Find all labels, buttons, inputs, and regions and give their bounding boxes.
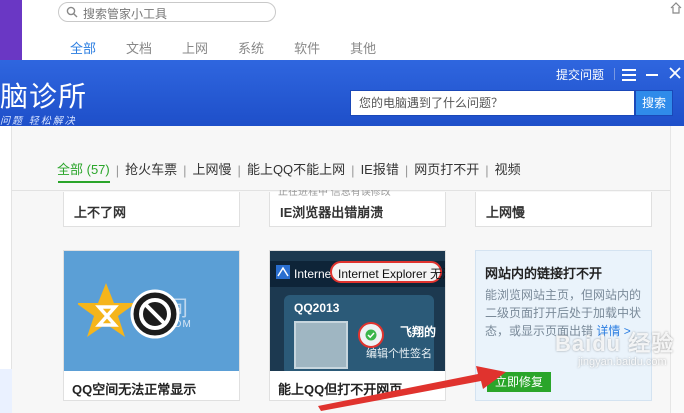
qq-nickname: 飞翔的 <box>400 325 437 339</box>
category-ie-error[interactable]: IE报错 <box>355 161 405 179</box>
card-title: QQ空间无法正常显示 <box>72 382 197 397</box>
category-page-not-open[interactable]: 网页打不开 <box>408 161 485 179</box>
card-thumbnail: 空间 E.COM <box>64 251 239 371</box>
tab-documents[interactable]: 文档 <box>126 40 152 60</box>
menu-icon[interactable] <box>621 67 637 81</box>
category-filter-bar: 全部 (57) | 抢火车票 | 上网慢 | 能上QQ不能上网 | IE报错 |… <box>57 160 527 180</box>
card-title: 网站内的链接打不开 <box>485 266 603 281</box>
qq-signature: 编辑个性签名 <box>366 348 432 360</box>
tool-search-placeholder: 搜索管家小工具 <box>83 7 168 21</box>
ie-error-callout: Internet Explorer 无法显... <box>330 261 445 283</box>
category-all[interactable]: 全部 (57) <box>57 161 116 179</box>
card-thumbnail: Internet Internet Explorer 无法显... QQ2013… <box>270 251 445 371</box>
search-icon <box>66 6 78 18</box>
question-search-field[interactable] <box>350 90 635 116</box>
problem-card[interactable]: 正在进程中 信息有误修改 IE浏览器出错崩溃 <box>269 190 446 227</box>
category-video[interactable]: 视频 <box>489 161 527 179</box>
close-icon[interactable] <box>668 66 682 80</box>
qq-version-label: QQ2013 <box>294 301 340 315</box>
card-title: IE浏览器出错崩溃 <box>280 205 384 220</box>
fix-now-button[interactable]: 立即修复 <box>487 372 551 392</box>
tab-internet[interactable]: 上网 <box>182 40 208 60</box>
submit-feedback-link[interactable]: 提交问题 <box>556 66 604 83</box>
active-category-indicator <box>58 181 110 183</box>
sidebar <box>0 126 12 413</box>
category-qq-only[interactable]: 能上QQ不能上网 <box>241 161 351 179</box>
avatar <box>294 321 348 369</box>
category-slow-internet[interactable]: 上网慢 <box>187 161 238 179</box>
card-thumbnail-fragment: 正在进程中 信息有误修改 <box>278 190 391 198</box>
tool-manager-window: 搜索管家小工具 全部 文档 上网 系统 软件 其他 <box>0 0 684 64</box>
card-title: 上不了网 <box>74 205 127 220</box>
blocked-icon <box>130 289 180 339</box>
ie-window-icon <box>276 265 290 279</box>
problem-card[interactable]: 上不了网 <box>63 192 240 227</box>
tool-category-tabs: 全部 文档 上网 系统 软件 其他 <box>70 40 406 60</box>
home-icon[interactable] <box>670 2 682 14</box>
problem-list-area: 全部 (57) | 抢火车票 | 上网慢 | 能上QQ不能上网 | IE报错 |… <box>12 126 670 413</box>
ie-error-text: Internet Explorer 无法显... <box>338 267 445 281</box>
ie-title-label: Internet <box>294 267 335 281</box>
watermark-logo: Baidu 经验 <box>555 331 675 356</box>
tab-system[interactable]: 系统 <box>238 40 264 60</box>
app-title: 脑诊所 <box>0 80 88 113</box>
card-title: 能上QQ但打不开网页 <box>278 382 403 397</box>
online-status-icon <box>365 329 377 341</box>
sidebar-active-item[interactable] <box>0 369 12 413</box>
title-bar-divider <box>614 68 615 80</box>
problem-card[interactable]: 上网慢 <box>475 192 652 227</box>
window-header: 脑诊所 问题 轻松解决 提交问题 搜索 <box>0 60 684 127</box>
question-input[interactable] <box>351 91 634 115</box>
watermark-url: jingyan.baidu.com <box>578 356 667 368</box>
tab-all[interactable]: 全部 <box>70 40 96 60</box>
window-edge <box>0 0 22 64</box>
minimize-icon[interactable] <box>645 67 659 81</box>
tool-search-input[interactable]: 搜索管家小工具 <box>58 2 276 22</box>
category-train-tickets[interactable]: 抢火车票 <box>119 161 183 179</box>
tab-other[interactable]: 其他 <box>350 40 376 60</box>
scrollbar[interactable] <box>670 126 684 413</box>
app-slogan: 问题 轻松解决 <box>0 116 77 127</box>
problem-card-qq-space[interactable]: 空间 E.COM QQ空间无法正常显示 <box>63 250 240 401</box>
tab-software[interactable]: 软件 <box>294 40 320 60</box>
search-button[interactable]: 搜索 <box>635 90 673 116</box>
card-title: 上网慢 <box>486 205 526 220</box>
problem-card-qq-no-web[interactable]: Internet Internet Explorer 无法显... QQ2013… <box>269 250 446 401</box>
